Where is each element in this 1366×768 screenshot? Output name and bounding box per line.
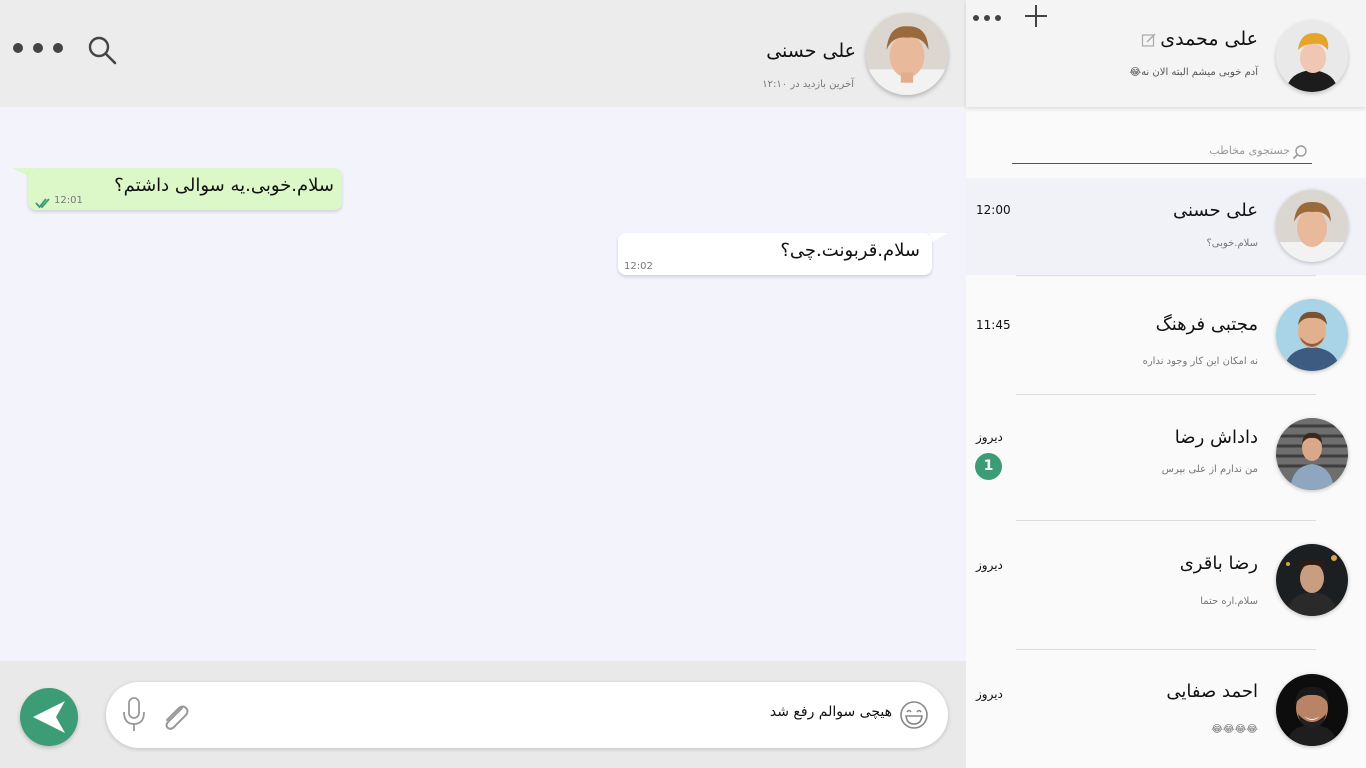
message-time: 12:01 xyxy=(54,195,83,206)
conversation-name: علی حسنی xyxy=(1172,200,1258,221)
avatar xyxy=(1276,299,1348,371)
contact-name: علی حسنی xyxy=(766,40,856,62)
message-composer xyxy=(106,682,948,748)
conversation-name: احمد صفایی xyxy=(1166,681,1258,702)
conversation-time: دیروز xyxy=(976,558,1003,572)
conversation-item[interactable]: داداش رضا من ندارم از علی بپرس دیروز 1 xyxy=(966,395,1366,520)
conversation-preview: نه امکان این کار وجود نداره xyxy=(1142,356,1258,367)
plus-icon[interactable] xyxy=(1024,4,1048,28)
edit-icon[interactable] xyxy=(1141,32,1157,48)
message-bubble-incoming[interactable]: سلام.خوبی.یه سوالی داشتم؟ 12:01 xyxy=(28,168,342,210)
chat-pane: علی حسنی آخرین بازدید در ۱۲:۱۰ سلام.خوبی… xyxy=(0,0,966,768)
profile-header: علی محمدی آدم خوبی میشم البته الان نه😂 xyxy=(966,0,1366,107)
conversation-preview: سلام.اره حتما xyxy=(1200,596,1258,607)
search-icon[interactable] xyxy=(86,34,118,66)
conversation-preview: 😂😂😂😂 xyxy=(1211,724,1258,735)
conversation-preview: سلام.خوبی؟ xyxy=(1206,238,1259,249)
conversation-preview: من ندارم از علی بپرس xyxy=(1161,464,1258,475)
send-button[interactable] xyxy=(20,688,78,746)
contact-search xyxy=(1012,143,1312,164)
avatar xyxy=(1276,418,1348,490)
conversation-item[interactable]: احمد صفایی 😂😂😂😂 دیروز xyxy=(966,650,1366,768)
profile-name: علی محمدی xyxy=(1160,28,1258,50)
double-check-icon xyxy=(35,194,51,209)
sidebar: علی محمدی آدم خوبی میشم البته الان نه😂 ع… xyxy=(966,0,1366,768)
more-icon[interactable] xyxy=(972,10,1002,24)
last-seen-status: آخرین بازدید در ۱۲:۱۰ xyxy=(762,79,854,90)
microphone-icon[interactable] xyxy=(121,696,147,734)
conversation-item[interactable]: رضا باقری سلام.اره حتما دیروز xyxy=(966,521,1366,649)
conversation-item[interactable]: مجتبی فرهنگ نه امکان این کار وجود نداره … xyxy=(966,276,1366,394)
unread-badge: 1 xyxy=(975,453,1002,480)
conversation-name: مجتبی فرهنگ xyxy=(1155,314,1258,335)
conversation-time: دیروز xyxy=(976,687,1003,701)
avatar xyxy=(1276,674,1348,746)
message-text: سلام.خوبی.یه سوالی داشتم؟ xyxy=(114,175,334,196)
more-icon[interactable] xyxy=(10,38,66,58)
conversation-name: داداش رضا xyxy=(1174,427,1258,448)
contact-search-input[interactable] xyxy=(1030,144,1290,157)
profile-avatar[interactable] xyxy=(1276,20,1348,92)
conversation-time: 12:00 xyxy=(976,203,1011,217)
emoji-icon[interactable] xyxy=(898,699,930,731)
conversation-name: رضا باقری xyxy=(1179,553,1258,574)
message-bubble-tail xyxy=(930,233,948,243)
message-time: 12:02 xyxy=(624,261,653,272)
conversation-time: دیروز xyxy=(976,430,1003,444)
message-input[interactable] xyxy=(292,704,892,720)
conversation-time: 11:45 xyxy=(976,318,1011,332)
contact-avatar[interactable] xyxy=(866,13,948,95)
profile-status: آدم خوبی میشم البته الان نه😂 xyxy=(1129,67,1258,78)
paperclip-icon[interactable] xyxy=(158,700,192,734)
search-icon xyxy=(1292,144,1308,160)
conversation-item[interactable]: علی حسنی سلام.خوبی؟ 12:00 xyxy=(966,178,1366,275)
send-icon xyxy=(33,701,65,733)
avatar xyxy=(1276,544,1348,616)
chat-header: علی حسنی آخرین بازدید در ۱۲:۱۰ xyxy=(0,0,966,107)
message-text: سلام.قربونت.چی؟ xyxy=(780,240,920,261)
message-bubble-outgoing[interactable]: سلام.قربونت.چی؟ 12:02 xyxy=(618,233,932,275)
avatar xyxy=(1276,190,1348,262)
